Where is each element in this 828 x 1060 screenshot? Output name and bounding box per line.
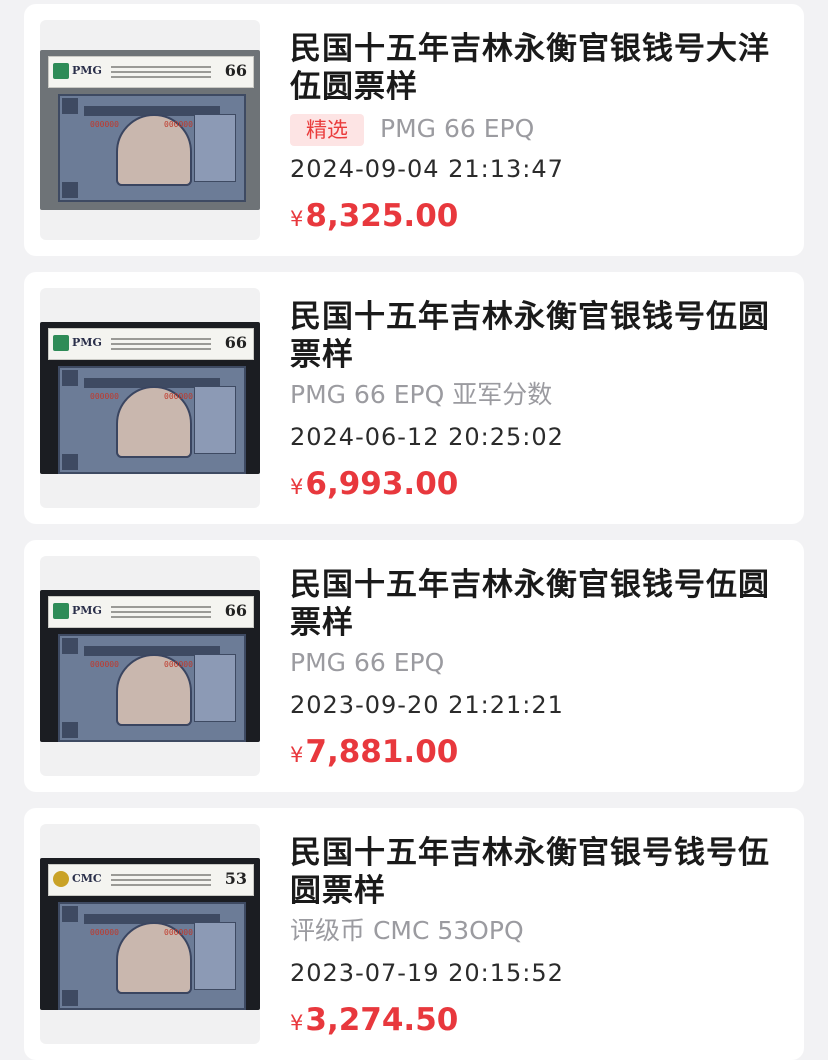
grader-logo: PMG xyxy=(72,64,102,77)
grade-text: 评级币 CMC 53OPQ xyxy=(290,916,524,945)
slab-grade: 66 xyxy=(224,333,247,352)
sale-date: 2023-07-19 20:15:52 xyxy=(290,959,564,987)
banknote-picture: 000000 000000 xyxy=(58,94,246,202)
currency-symbol: ¥ xyxy=(290,743,304,767)
banknote-thumbnail[interactable]: PMG 66 000000 000000 xyxy=(40,288,260,508)
grader-logo: CMC xyxy=(72,872,102,885)
sale-price: ¥3,274.50 xyxy=(290,1000,458,1040)
currency-symbol: ¥ xyxy=(290,1011,304,1035)
graded-slab-image: PMG 66 000000 000000 xyxy=(40,322,260,474)
listing-title[interactable]: 民国十五年吉林永衡官银钱号伍圆票样 xyxy=(290,566,784,642)
slab-grade: 66 xyxy=(224,601,247,620)
listing-card[interactable]: CMC 53 000000 000000 民国十五年吉林永衡官银号钱号伍圆票样 评… xyxy=(24,808,804,1060)
sale-date: 2023-09-20 21:21:21 xyxy=(290,691,564,719)
sale-date: 2024-06-12 20:25:02 xyxy=(290,423,564,451)
price-amount: 3,274.50 xyxy=(305,1002,459,1038)
price-amount: 6,993.00 xyxy=(305,466,459,502)
listing-card[interactable]: PMG 66 000000 000000 民国十五年吉林永衡官银钱号伍圆票样 PM… xyxy=(24,272,804,524)
sale-price: ¥6,993.00 xyxy=(290,464,458,504)
graded-slab-image: CMC 53 000000 000000 xyxy=(40,858,260,1010)
banknote-thumbnail[interactable]: PMG 66 000000 000000 xyxy=(40,20,260,240)
slab-grade: 66 xyxy=(224,61,247,80)
currency-symbol: ¥ xyxy=(290,207,304,231)
currency-symbol: ¥ xyxy=(290,475,304,499)
banknote-thumbnail[interactable]: CMC 53 000000 000000 xyxy=(40,824,260,1044)
listing-card[interactable]: PMG 66 000000 000000 民国十五年吉林永衡官银钱号大洋伍圆票样 … xyxy=(24,4,804,256)
banknote-picture: 000000 000000 xyxy=(58,902,246,1010)
grade-text: PMG 66 EPQ xyxy=(290,648,445,677)
banknote-picture: 000000 000000 xyxy=(58,366,246,474)
grade-text: PMG 66 EPQ xyxy=(380,114,535,143)
grade-text: PMG 66 EPQ 亚军分数 xyxy=(290,380,553,409)
graded-slab-image: PMG 66 000000 000000 xyxy=(40,590,260,742)
price-amount: 7,881.00 xyxy=(305,734,459,770)
listing-card[interactable]: PMG 66 000000 000000 民国十五年吉林永衡官银钱号伍圆票样 PM… xyxy=(24,540,804,792)
slab-label: CMC 53 xyxy=(48,864,254,896)
price-amount: 8,325.00 xyxy=(305,198,459,234)
sale-price: ¥7,881.00 xyxy=(290,732,458,772)
listing-title[interactable]: 民国十五年吉林永衡官银号钱号伍圆票样 xyxy=(290,834,784,910)
slab-label: PMG 66 xyxy=(48,328,254,360)
banknote-picture: 000000 000000 xyxy=(58,634,246,742)
sale-price: ¥8,325.00 xyxy=(290,196,458,236)
listing-title[interactable]: 民国十五年吉林永衡官银钱号大洋伍圆票样 xyxy=(290,30,784,106)
grader-logo: PMG xyxy=(72,604,102,617)
featured-badge: 精选 xyxy=(290,114,364,146)
slab-label: PMG 66 xyxy=(48,56,254,88)
sale-date: 2024-09-04 21:13:47 xyxy=(290,155,564,183)
graded-slab-image: PMG 66 000000 000000 xyxy=(40,50,260,210)
slab-grade: 53 xyxy=(224,869,247,888)
banknote-thumbnail[interactable]: PMG 66 000000 000000 xyxy=(40,556,260,776)
listing-title[interactable]: 民国十五年吉林永衡官银钱号伍圆票样 xyxy=(290,298,784,374)
slab-label: PMG 66 xyxy=(48,596,254,628)
grader-logo: PMG xyxy=(72,336,102,349)
grade-line: 精选 PMG 66 EPQ xyxy=(290,112,534,146)
